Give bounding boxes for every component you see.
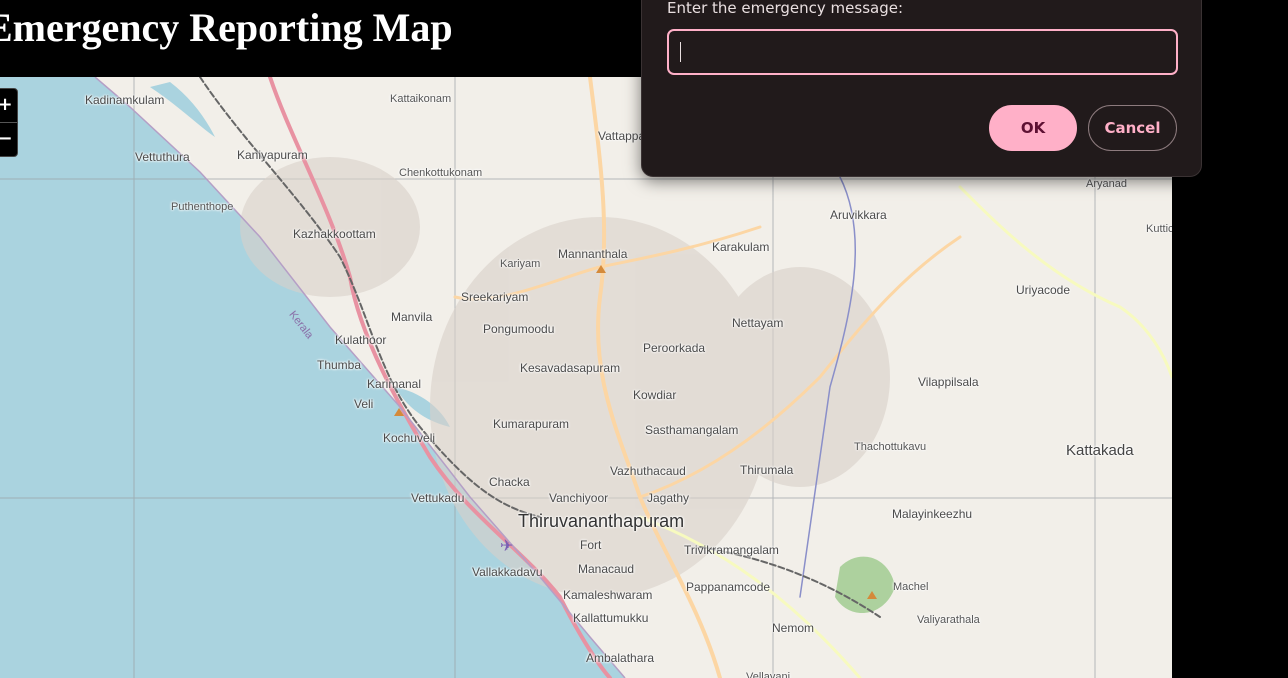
map-place-label: Machel — [893, 581, 929, 593]
ok-button[interactable]: OK — [989, 105, 1077, 151]
map-place-label: Kowdiar — [633, 388, 677, 402]
prompt-dialog: Enter the emergency message: OK Cancel — [641, 0, 1202, 177]
map-place-label: Thumba — [317, 358, 362, 372]
map-place-label: Kazhakkoottam — [293, 227, 376, 241]
map-place-label: Mannanthala — [558, 247, 628, 261]
map-place-label: Sasthamangalam — [645, 423, 739, 437]
map-place-label: Kumarapuram — [493, 417, 570, 431]
zoom-in-button[interactable]: + — [0, 89, 17, 122]
map-place-label: Kattaikonam — [390, 93, 452, 105]
map-place-label: Chacka — [489, 475, 530, 489]
map-place-label: Manacaud — [578, 562, 635, 576]
map-place-label: Peroorkada — [643, 341, 706, 355]
map-place-label: Kaniyapuram — [237, 148, 308, 162]
map-place-label: Kesavadasapuram — [520, 361, 621, 375]
map-place-label: Kochuveli — [383, 431, 436, 445]
airport-icon: ✈ — [500, 536, 513, 555]
forest-area — [835, 556, 895, 614]
map-place-label: Pongumoodu — [483, 322, 555, 336]
map-place-label: Manvila — [391, 310, 433, 324]
map-place-label: Nettayam — [732, 316, 784, 330]
backwater — [150, 82, 215, 137]
map-place-label: Vettukadu — [411, 491, 465, 505]
map-place-label: Kariyam — [500, 258, 541, 270]
map-place-label: Vanchiyoor — [549, 491, 609, 505]
dialog-message: Enter the emergency message: — [667, 0, 904, 17]
map-place-label: Kamaleshwaram — [563, 588, 653, 602]
map-place-label: Vettuthura — [135, 150, 190, 164]
map-place-label: Aryanad — [1086, 178, 1127, 190]
map-place-label: Kulathoor — [335, 333, 387, 347]
map-place-label: Kadinamkulam — [85, 93, 165, 107]
map-place-label: Karimanal — [367, 377, 422, 391]
map-place-label: Malayinkeezhu — [892, 507, 973, 521]
page-title: Emergency Reporting Map — [0, 5, 453, 50]
map-place-label: Nemom — [772, 621, 815, 635]
zoom-out-button[interactable]: − — [0, 122, 17, 156]
emergency-message-input[interactable] — [667, 29, 1178, 75]
map-place-label: Thiruvananthapuram — [518, 511, 685, 531]
map-place-label: Vilappilsala — [918, 375, 979, 389]
text-cursor — [680, 42, 681, 62]
map-place-label: Ambalathara — [586, 651, 655, 665]
map-place-label: Vellayani — [746, 671, 791, 678]
map-place-label: Veli — [354, 397, 374, 411]
map-place-label: Fort — [580, 538, 602, 552]
map-place-label: Trivikramangalam — [684, 543, 779, 557]
map-place-label: Sreekariyam — [461, 290, 529, 304]
map-place-label: Jagathy — [647, 491, 690, 505]
map-place-label: Chenkottukonam — [399, 167, 483, 179]
map-place-label: Pappanamcode — [686, 580, 771, 594]
map-place-label: Karakulam — [712, 240, 770, 254]
map-place-label: Vazhuthacaud — [610, 464, 686, 478]
map-place-label: Puthenthope — [171, 201, 234, 213]
map-place-label: Aruvikkara — [830, 208, 887, 222]
map-place-label: Kuttichal — [1146, 223, 1172, 235]
map-place-label: Kallattumukku — [573, 611, 649, 625]
map-place-label: Thirumala — [740, 463, 794, 477]
map-place-label: Vallakkadavu — [472, 565, 543, 579]
map-place-label: Uriyacode — [1016, 283, 1071, 297]
map-place-label: Valiyarathala — [917, 614, 980, 626]
cancel-button[interactable]: Cancel — [1088, 105, 1177, 151]
map-place-label: Thachottukavu — [854, 441, 927, 453]
map-place-label: Kattakada — [1066, 442, 1134, 459]
zoom-control: + − — [0, 88, 18, 157]
